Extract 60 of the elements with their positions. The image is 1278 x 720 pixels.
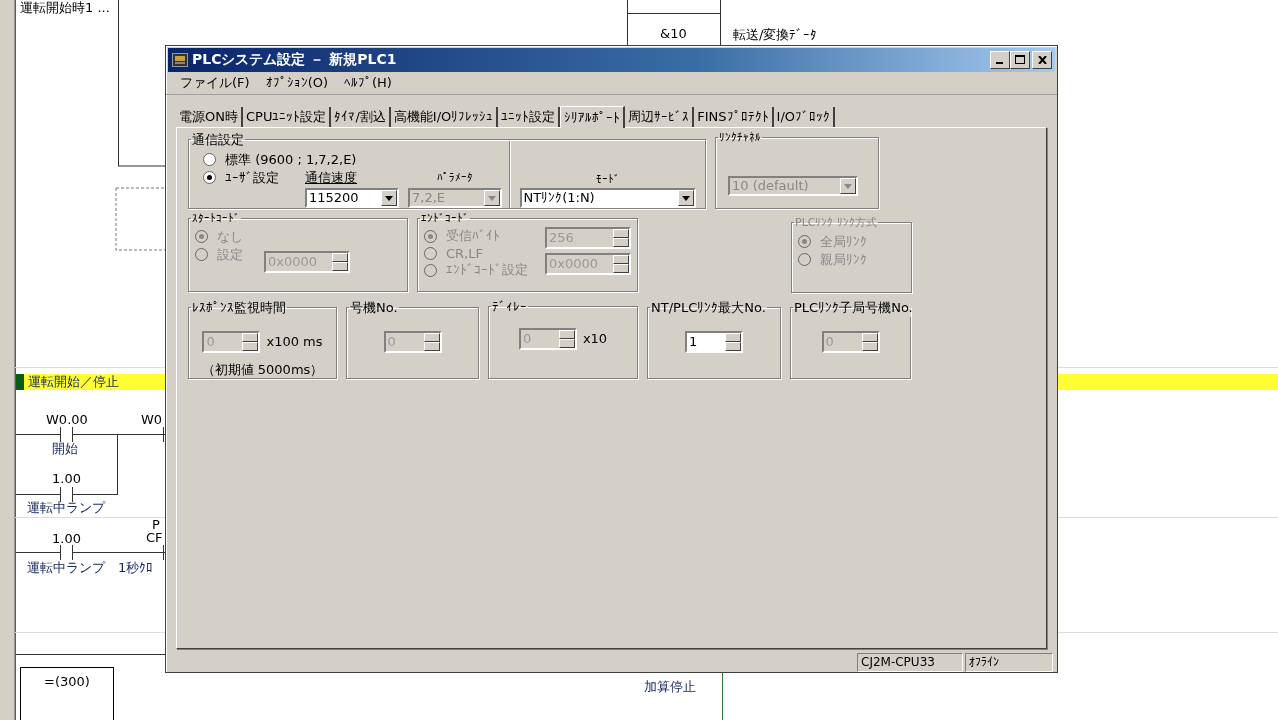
- group-title: 号機No.: [349, 298, 399, 317]
- menu-item[interactable]: ファイル(F): [172, 73, 258, 92]
- maximize-icon[interactable]: [1015, 55, 1025, 65]
- group-title: ｽﾀｰﾄｺｰﾄﾞ: [191, 211, 241, 225]
- minimize-button[interactable]: [990, 50, 1010, 69]
- group-title: ﾃﾞｨﾚｰ: [491, 298, 528, 314]
- status-bar-field: CJ2M-CPU33: [857, 653, 963, 672]
- group-title: 通信設定: [191, 130, 245, 149]
- group-title: ﾚｽﾎﾟﾝｽ監視時間: [191, 298, 287, 317]
- ladder-label: 1.00: [52, 531, 81, 546]
- ladder-label: CF: [146, 530, 163, 545]
- spin-arrows-icon[interactable]: [613, 228, 629, 247]
- radio-option[interactable]: 標準 (9600 ; 1,7,2,E): [203, 150, 509, 169]
- close-button[interactable]: [1032, 50, 1052, 69]
- ladder-label: W0.00: [46, 412, 88, 427]
- ladder-label: 加算停止: [644, 678, 696, 696]
- group-title: PLCﾘﾝｸ ﾘﾝｸ方式: [794, 214, 878, 230]
- tab[interactable]: ﾕﾆｯﾄ設定: [498, 106, 561, 127]
- field-label: 通信速度: [305, 168, 358, 187]
- default-value-note: （初期値 5000ms）: [201, 360, 324, 379]
- ladder-label: P: [152, 517, 160, 532]
- mode-dropdown[interactable]: NTﾘﾝｸ(1:N): [519, 187, 696, 208]
- ladder-label: &10: [660, 26, 687, 41]
- tab[interactable]: ﾀｲﾏ/割込: [331, 106, 391, 127]
- menu-item[interactable]: ﾍﾙﾌﾟ(H): [336, 75, 400, 91]
- ladder-label: 運転中ランプ: [27, 499, 105, 517]
- compare-block: =(300): [20, 667, 114, 696]
- tab[interactable]: 周辺ｻｰﾋﾞｽ: [625, 106, 695, 127]
- group-title: ｴﾝﾄﾞｺｰﾄﾞ: [420, 211, 470, 225]
- spin-arrows-icon[interactable]: [725, 332, 741, 351]
- status-bar-field: ｵﾌﾗｲﾝ: [965, 653, 1053, 672]
- menu-item[interactable]: ｵﾌﾟｼｮﾝ(O): [257, 75, 336, 91]
- group-title: ﾘﾝｸﾁｬﾈﾙ: [718, 130, 762, 144]
- section-title: 運転開始／停止: [28, 373, 119, 391]
- group-title: NT/PLCﾘﾝｸ最大No.: [650, 298, 767, 317]
- ladder-label: 運転中ランプ: [27, 559, 105, 577]
- group-title: PLCﾘﾝｸ子局号機No.: [793, 298, 914, 317]
- field-label: ﾊﾟﾗﾒｰﾀ: [436, 169, 474, 186]
- section-marker: [16, 374, 24, 390]
- speed-dropdown[interactable]: 115200: [305, 187, 399, 208]
- unit-label: x10: [582, 331, 608, 347]
- field-label: ﾓｰﾄﾞ: [595, 171, 620, 187]
- radio-icon[interactable]: [203, 171, 216, 185]
- ladder-label: 開始: [52, 440, 78, 458]
- ladder-label: 1.00: [52, 471, 81, 486]
- radio-option[interactable]: ﾕｰｻﾞ設定: [203, 168, 290, 187]
- ladder-label: W0: [141, 412, 163, 427]
- maximize-button[interactable]: [1010, 50, 1030, 69]
- close-icon[interactable]: [1037, 55, 1047, 64]
- tab[interactable]: ｼﾘｱﾙﾎﾟｰﾄ: [560, 105, 626, 128]
- window-title: PLCシステム設定 － 新規PLC1: [192, 50, 397, 69]
- ladder-label: 転送/変換ﾃﾞｰﾀ: [733, 26, 818, 44]
- ladder-label: 運転開始時1 ...: [20, 0, 110, 17]
- spin-field[interactable]: 1: [685, 330, 743, 353]
- spin-arrows-icon[interactable]: [332, 252, 348, 271]
- ladder-label: 1秒ｸﾛ: [118, 559, 154, 577]
- app-icon: [172, 52, 188, 67]
- unit-label: x100 ms: [266, 334, 323, 350]
- radio-icon[interactable]: [203, 153, 216, 167]
- spin-arrows-icon[interactable]: [613, 254, 629, 273]
